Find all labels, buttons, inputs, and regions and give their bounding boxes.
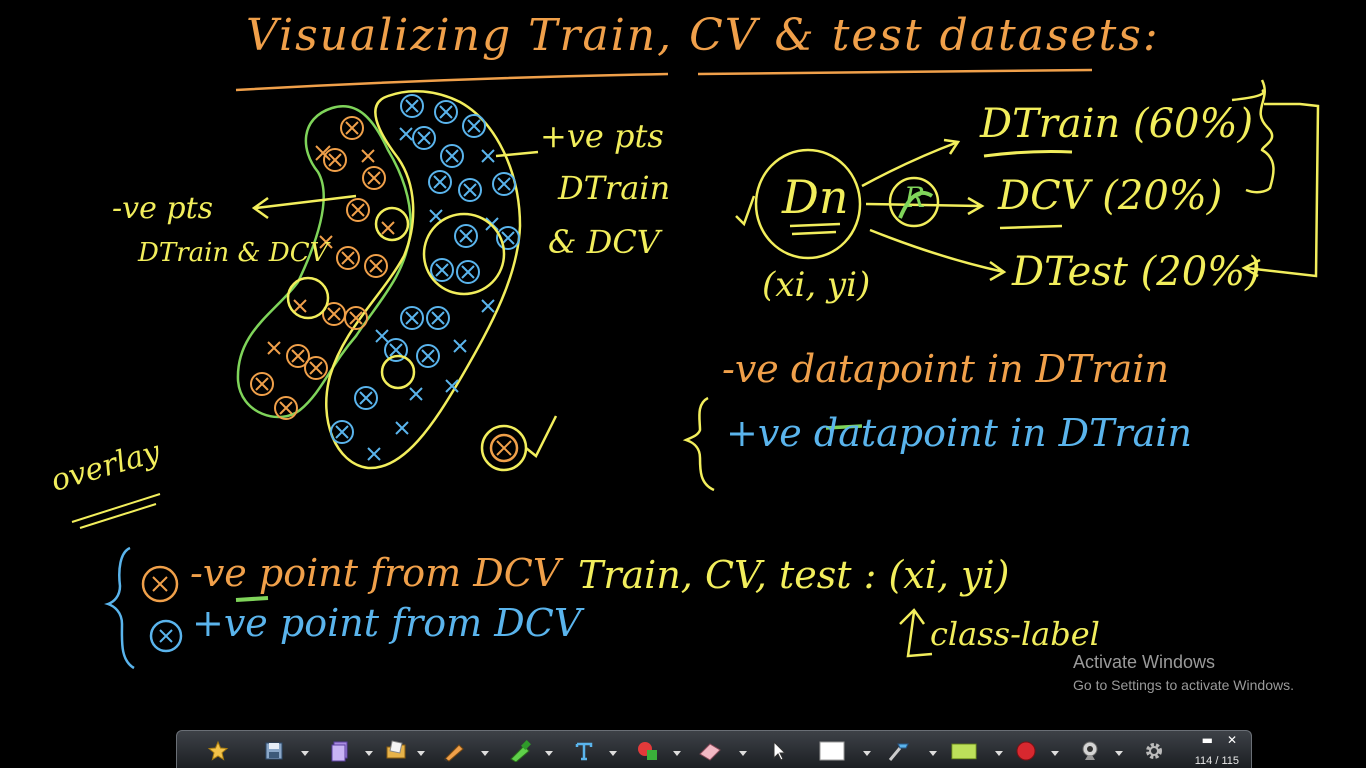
title-underline-left — [235, 72, 669, 92]
pointer-tool-icon[interactable] — [885, 739, 911, 763]
highlighter-dropdown[interactable] — [545, 751, 553, 756]
pen-toolbar: ▬ ✕ 114 / 115 — [176, 730, 1252, 768]
tick-marks — [735, 195, 756, 227]
fill-dropdown[interactable] — [995, 751, 1003, 756]
positive-points — [330, 94, 520, 461]
dcv-positive-legend: +ve point from DCV — [192, 601, 582, 645]
train-negative-legend: -ve datapoint in DTrain — [722, 347, 1169, 391]
toolbar-minimize-button[interactable]: ▬ — [1202, 733, 1213, 747]
positive-points-note-line2: DTrain — [558, 169, 671, 207]
dn-xy-label: (xi, yi) — [762, 265, 871, 305]
dtest-split: DTest (20%) — [1012, 249, 1261, 295]
settings-gear-icon[interactable] — [1141, 739, 1167, 763]
pointer-icon[interactable] — [767, 739, 793, 763]
open-dropdown[interactable] — [417, 751, 425, 756]
positive-points-note-line1: +ve pts — [540, 117, 664, 155]
tuple-line: Train, CV, test : (xi, yi) — [578, 553, 1010, 597]
text-dropdown[interactable] — [609, 751, 617, 756]
star-icon[interactable] — [205, 739, 231, 763]
webcam-icon[interactable] — [1077, 739, 1103, 763]
background-dropdown[interactable] — [863, 751, 871, 756]
negative-points — [250, 116, 395, 420]
activation-watermark-title: Activate Windows — [1073, 652, 1216, 672]
dcv-underline — [999, 224, 1063, 230]
open-folder-icon[interactable] — [383, 739, 409, 763]
pen-icon[interactable] — [441, 739, 467, 763]
right-pointer-line — [495, 150, 539, 158]
dcv-legend-brace — [104, 546, 135, 670]
negative-points-note-line2: DTrain & DCV — [138, 238, 329, 268]
pages-dropdown[interactable] — [365, 751, 373, 756]
page-counter: 114 / 115 — [1194, 755, 1239, 767]
shapes-icon[interactable] — [635, 739, 661, 763]
record-icon[interactable] — [1013, 739, 1039, 763]
toolbar-close-button[interactable]: ✕ — [1227, 733, 1237, 747]
text-tool-icon[interactable] — [571, 739, 597, 763]
background-color-icon[interactable] — [819, 739, 845, 763]
dtrain-underline — [983, 150, 1073, 158]
fill-color-icon[interactable] — [951, 739, 977, 763]
eraser-icon[interactable] — [697, 739, 723, 763]
webcam-dropdown[interactable] — [1115, 751, 1123, 756]
save-icon[interactable] — [261, 739, 287, 763]
r-label: R — [904, 181, 926, 214]
negative-points-note-line1: -ve pts — [112, 191, 214, 226]
left-pointer-arrow — [251, 194, 357, 220]
pages-icon[interactable] — [327, 739, 353, 763]
highlighter-icon[interactable] — [507, 739, 533, 763]
positive-cluster-outline — [325, 90, 522, 470]
title-underline-right — [697, 68, 1093, 76]
activation-watermark-subtitle: Go to Settings to activate Windows. — [1073, 677, 1294, 693]
save-dropdown[interactable] — [301, 751, 309, 756]
train-legend-brace — [682, 396, 715, 492]
record-dropdown[interactable] — [1051, 751, 1059, 756]
dcv-split: DCV (20%) — [998, 173, 1223, 219]
dtrain-split: DTrain (60%) — [980, 101, 1254, 147]
positive-points-note-line3: & DCV — [548, 223, 660, 261]
eraser-dropdown[interactable] — [739, 751, 747, 756]
pen-dropdown[interactable] — [481, 751, 489, 756]
shapes-dropdown[interactable] — [673, 751, 681, 756]
overlay-underline — [71, 493, 161, 529]
train-positive-legend: +ve datapoint in DTrain — [726, 411, 1192, 455]
class-label-text: class-label — [930, 615, 1100, 653]
dcv-negative-legend: -ve point from DCV — [190, 551, 561, 595]
class-label-arrow — [899, 608, 933, 658]
page-title: Visualizing Train, CV & test datasets: — [246, 10, 1160, 61]
pointer-dropdown[interactable] — [929, 751, 937, 756]
dn-label: Dn — [782, 170, 849, 224]
